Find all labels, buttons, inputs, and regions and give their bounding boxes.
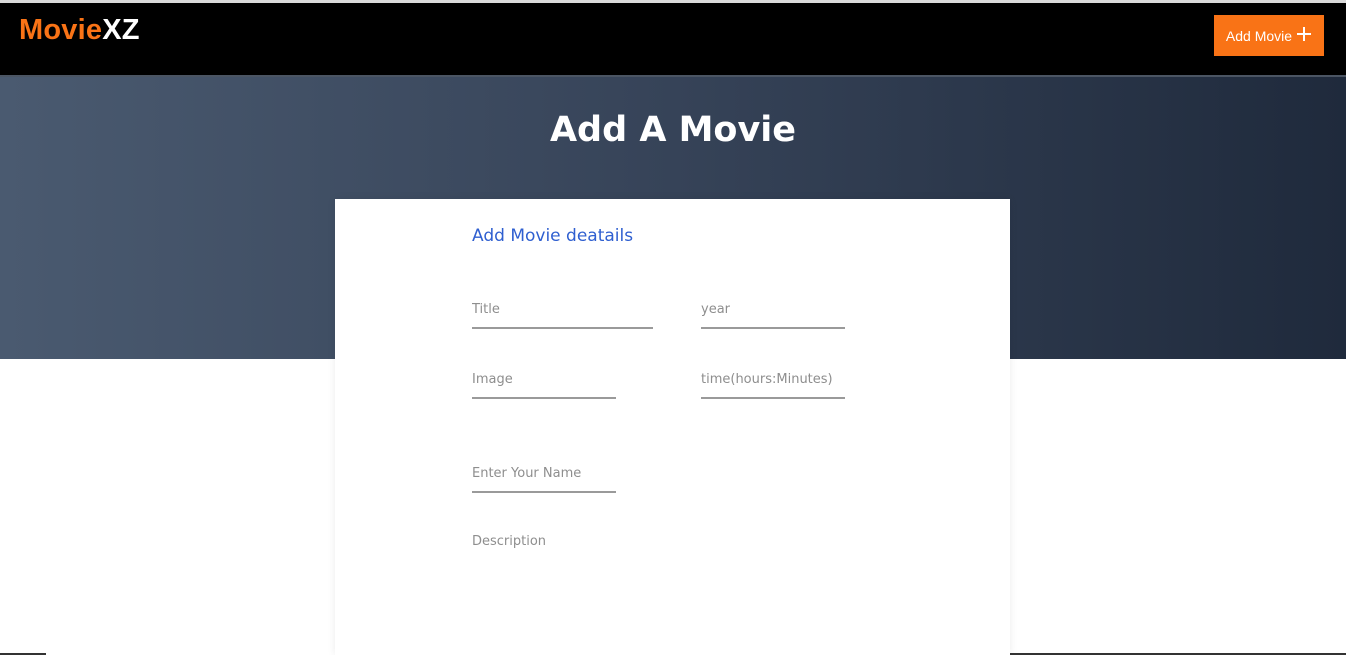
navbar: MovieXZ Add Movie xyxy=(0,3,1346,77)
year-field-wrapper xyxy=(701,291,845,329)
name-input[interactable] xyxy=(472,455,616,493)
form-heading: Add Movie deatails xyxy=(472,226,634,246)
description-textarea[interactable] xyxy=(472,534,852,594)
plus-icon xyxy=(1296,24,1312,46)
year-input[interactable] xyxy=(701,291,845,329)
add-movie-button[interactable]: Add Movie xyxy=(1214,15,1324,56)
brand-logo[interactable]: MovieXZ xyxy=(19,14,140,47)
time-input[interactable] xyxy=(701,361,845,399)
time-field-wrapper xyxy=(701,361,845,399)
image-input[interactable] xyxy=(472,361,616,399)
description-field-wrapper xyxy=(472,534,852,594)
brand-logo-part2: XZ xyxy=(102,14,140,46)
title-input[interactable] xyxy=(472,291,653,329)
image-field-wrapper xyxy=(472,361,616,399)
title-field-wrapper xyxy=(472,291,653,329)
add-movie-form: Add Movie deatails xyxy=(335,199,1010,655)
name-field-wrapper xyxy=(472,455,616,493)
brand-logo-part1: Movie xyxy=(19,14,103,46)
page-title: Add A Movie xyxy=(549,110,797,150)
add-movie-button-label: Add Movie xyxy=(1225,27,1293,44)
